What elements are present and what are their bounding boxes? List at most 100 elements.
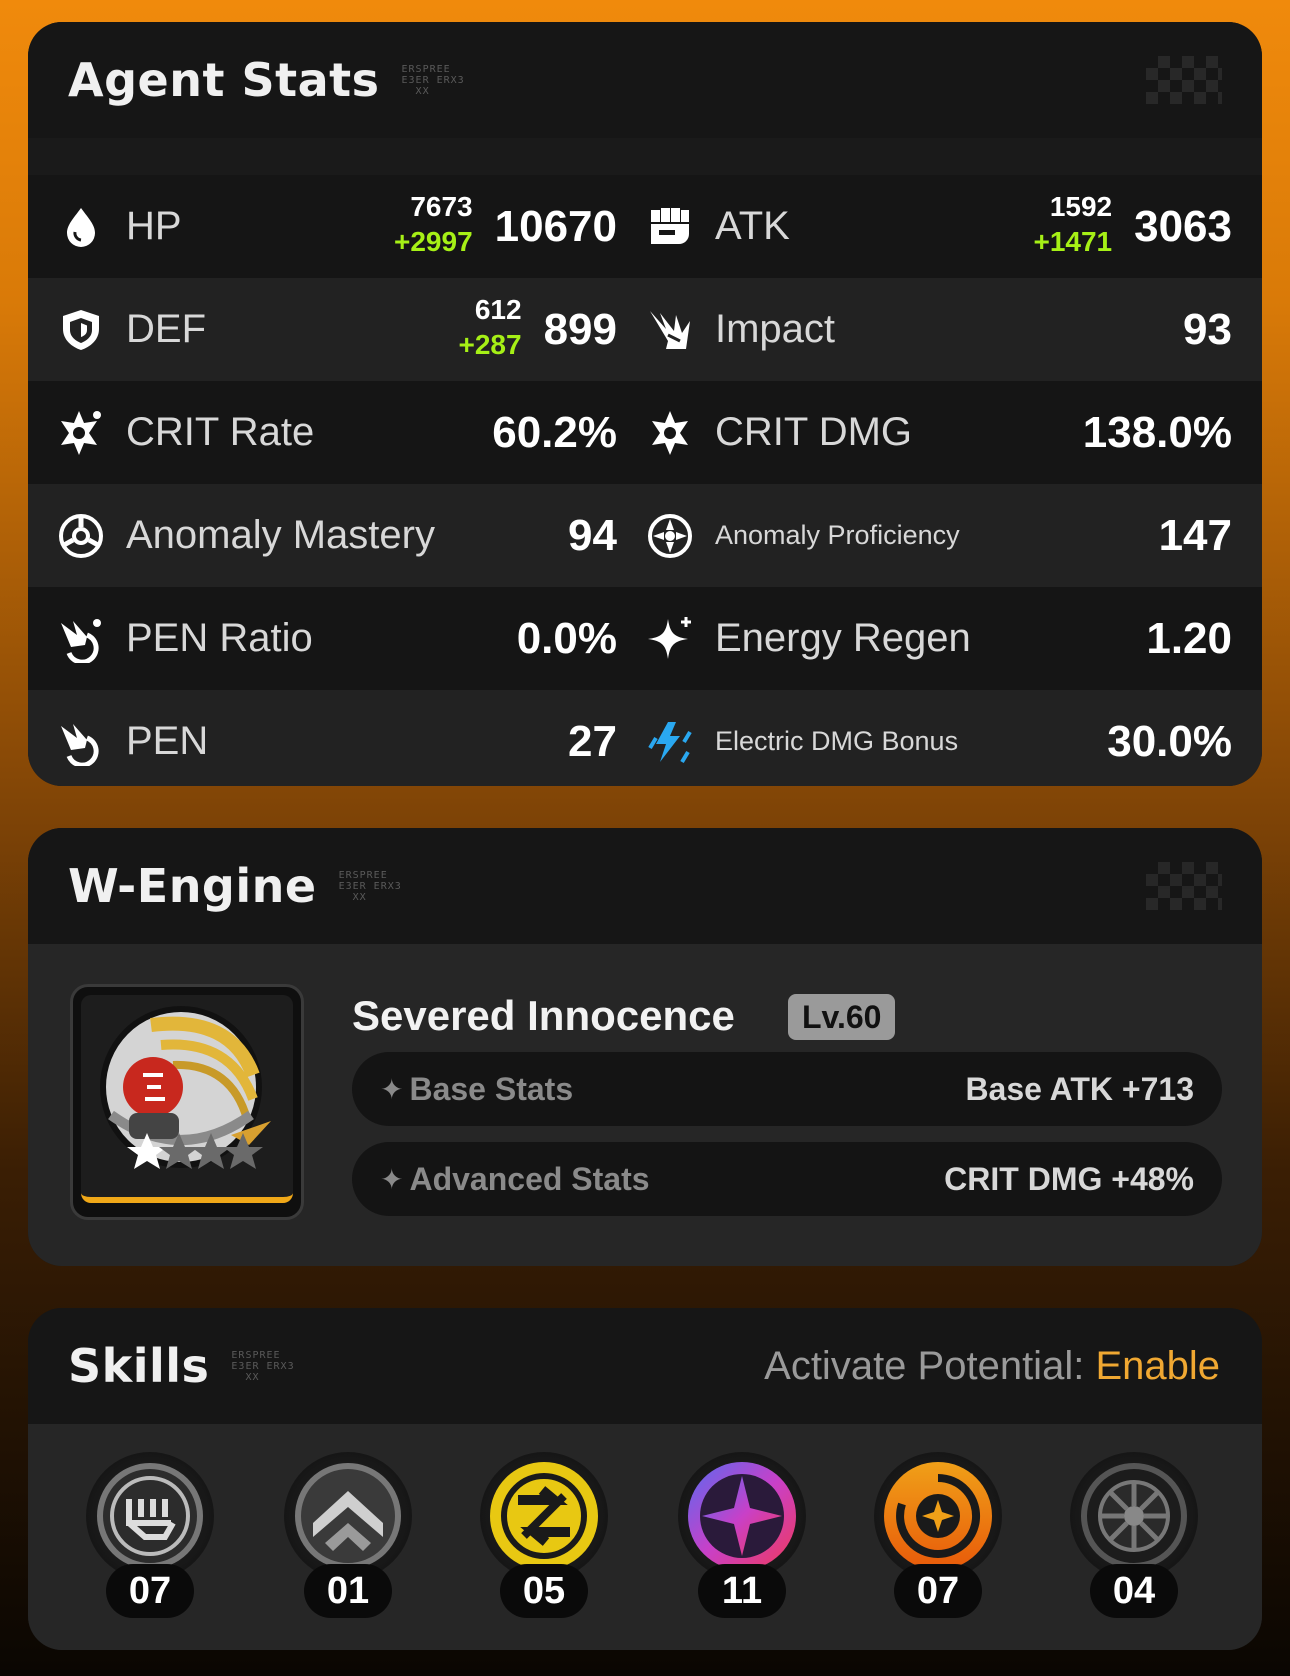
core-skill-icon — [1070, 1452, 1198, 1580]
stat-value: 93 — [1183, 304, 1232, 354]
skills-list: 07 01 05 11 07 04 — [28, 1424, 1262, 1650]
decorative-code-glyphs: ERSPREE E3ER ERX3 XX — [401, 63, 465, 97]
stat-value: 0.0% — [516, 613, 617, 663]
agent-stats-title: Agent Stats — [68, 53, 380, 107]
pen-icon — [56, 717, 106, 767]
stat-label: Impact — [715, 307, 836, 351]
stat-pen-ratio: PEN Ratio 0.0% — [28, 587, 645, 690]
base-stats-value: Base ATK +713 — [965, 1070, 1194, 1107]
stat-label: DEF — [126, 307, 206, 351]
sparkle-icon: ✦ — [380, 1163, 404, 1195]
anomaly-mastery-icon — [56, 511, 106, 561]
skills-title: Skills — [68, 1339, 210, 1393]
stat-row: HP 7673 +2997 10670 ATK 1592 +1471 3063 — [28, 175, 1262, 278]
stat-breakdown: 1592 +1471 — [1033, 190, 1113, 262]
crit-dmg-icon — [645, 408, 695, 458]
w-engine-image-frame — [81, 995, 293, 1203]
w-engine-body: Severed Innocence Lv.60 ✦ Base Stats Bas… — [28, 944, 1262, 1266]
activate-potential: Activate Potential: Enable — [764, 1344, 1220, 1389]
advanced-stats-label-group: ✦ Advanced Stats — [380, 1161, 944, 1198]
stat-base-value: 1592 — [1049, 190, 1113, 222]
shield-icon — [56, 305, 106, 355]
stat-label: HP — [126, 204, 182, 248]
skill-chain-attack[interactable]: 07 — [868, 1452, 1008, 1622]
stat-base-value: 612 — [474, 293, 522, 325]
w-engine-image[interactable] — [70, 984, 304, 1220]
w-engine-level-badge: Lv.60 — [788, 994, 896, 1040]
skill-level: 05 — [500, 1564, 588, 1618]
stat-label: PEN — [126, 719, 209, 763]
stat-electric-dmg-bonus: Electric DMG Bonus 30.0% — [645, 690, 1262, 786]
w-engine-title: W-Engine — [68, 859, 317, 913]
agent-stats-header: Agent Stats ERSPREE E3ER ERX3 XX — [28, 22, 1262, 138]
skill-level: 04 — [1090, 1564, 1178, 1618]
stat-value: 899 — [543, 304, 617, 354]
skills-panel: Skills ERSPREE E3ER ERX3 XX Activate Pot… — [28, 1308, 1262, 1650]
stat-row: Anomaly Mastery 94 Anomaly Proficiency 1… — [28, 484, 1262, 587]
sphere-engine-icon — [100, 1006, 271, 1169]
fist-icon — [645, 202, 695, 252]
skill-assist[interactable]: 05 — [474, 1452, 614, 1622]
stat-value: 27 — [568, 716, 617, 766]
skill-level: 07 — [894, 1564, 982, 1618]
stat-atk: ATK 1592 +1471 3063 — [645, 175, 1262, 278]
stat-value: 1.20 — [1146, 613, 1232, 663]
stat-label: CRIT DMG — [715, 410, 913, 454]
stat-crit-rate: CRIT Rate 60.2% — [28, 381, 645, 484]
base-stats-label: Base Stats — [409, 1070, 574, 1107]
anomaly-proficiency-icon — [645, 511, 695, 561]
stat-label: Anomaly Proficiency — [715, 520, 960, 550]
stat-crit-dmg: CRIT DMG 138.0% — [645, 381, 1262, 484]
decorative-code-glyphs: ERSPREE E3ER ERX3 XX — [231, 1349, 295, 1383]
stat-base-value: 7673 — [410, 190, 473, 222]
stat-value: 10670 — [494, 201, 617, 251]
stats-grid: HP 7673 +2997 10670 ATK 1592 +1471 3063 — [28, 175, 1262, 786]
drop-icon — [56, 202, 106, 252]
skill-core[interactable]: 04 — [1064, 1452, 1204, 1622]
stat-breakdown: 7673 +2997 — [394, 190, 473, 262]
advanced-stats-label: Advanced Stats — [409, 1160, 650, 1197]
w-engine-base-stats: ✦ Base Stats Base ATK +713 — [352, 1052, 1222, 1126]
stat-pen: PEN 27 — [28, 690, 645, 786]
stat-row: PEN 27 Electric DMG Bonus 30.0% — [28, 690, 1262, 786]
skill-level: 11 — [698, 1564, 786, 1618]
stat-def: DEF 612 +287 899 — [28, 278, 645, 381]
stat-row: DEF 612 +287 899 Impact 93 — [28, 278, 1262, 381]
basic-attack-icon — [86, 1452, 214, 1580]
stat-label: ATK — [715, 204, 790, 248]
stat-anomaly-mastery: Anomaly Mastery 94 — [28, 484, 645, 587]
pen-ratio-icon — [56, 614, 106, 664]
skill-level: 07 — [106, 1564, 194, 1618]
stat-value: 147 — [1158, 510, 1232, 560]
electric-icon — [645, 717, 695, 767]
impact-icon — [645, 305, 695, 355]
stat-row: PEN Ratio 0.0% Energy Regen 1.20 — [28, 587, 1262, 690]
stat-value: 60.2% — [492, 407, 617, 457]
assist-icon — [480, 1452, 608, 1580]
stat-anomaly-proficiency: Anomaly Proficiency 147 — [645, 484, 1262, 587]
energy-regen-icon — [645, 614, 695, 664]
skill-level: 01 — [304, 1564, 392, 1618]
stat-value: 30.0% — [1107, 716, 1232, 766]
checker-pattern-icon — [1146, 862, 1222, 910]
chain-attack-icon — [874, 1452, 1002, 1580]
stat-label: Energy Regen — [715, 616, 971, 660]
base-stats-label-group: ✦ Base Stats — [380, 1071, 965, 1108]
decorative-code-glyphs: ERSPREE E3ER ERX3 XX — [338, 869, 402, 903]
dodge-icon — [284, 1452, 412, 1580]
w-engine-panel: W-Engine ERSPREE E3ER ERX3 XX Severed In… — [28, 828, 1262, 1266]
skill-basic-attack[interactable]: 07 — [80, 1452, 220, 1622]
stat-label: CRIT Rate — [126, 410, 315, 454]
stat-bonus-value: +2997 — [394, 225, 473, 257]
w-engine-advanced-stats: ✦ Advanced Stats CRIT DMG +48% — [352, 1142, 1222, 1216]
skill-dodge[interactable]: 01 — [278, 1452, 418, 1622]
potential-enable-link[interactable]: Enable — [1095, 1344, 1220, 1388]
stat-bonus-value: +1471 — [1033, 225, 1113, 257]
stat-impact: Impact 93 — [645, 278, 1262, 381]
stat-label: PEN Ratio — [126, 616, 313, 660]
stat-breakdown: 612 +287 — [458, 293, 522, 365]
stat-label: Anomaly Mastery — [126, 513, 435, 557]
skill-special-attack[interactable]: 11 — [672, 1452, 812, 1622]
stat-bonus-value: +287 — [458, 328, 522, 360]
stat-value: 94 — [568, 510, 617, 560]
